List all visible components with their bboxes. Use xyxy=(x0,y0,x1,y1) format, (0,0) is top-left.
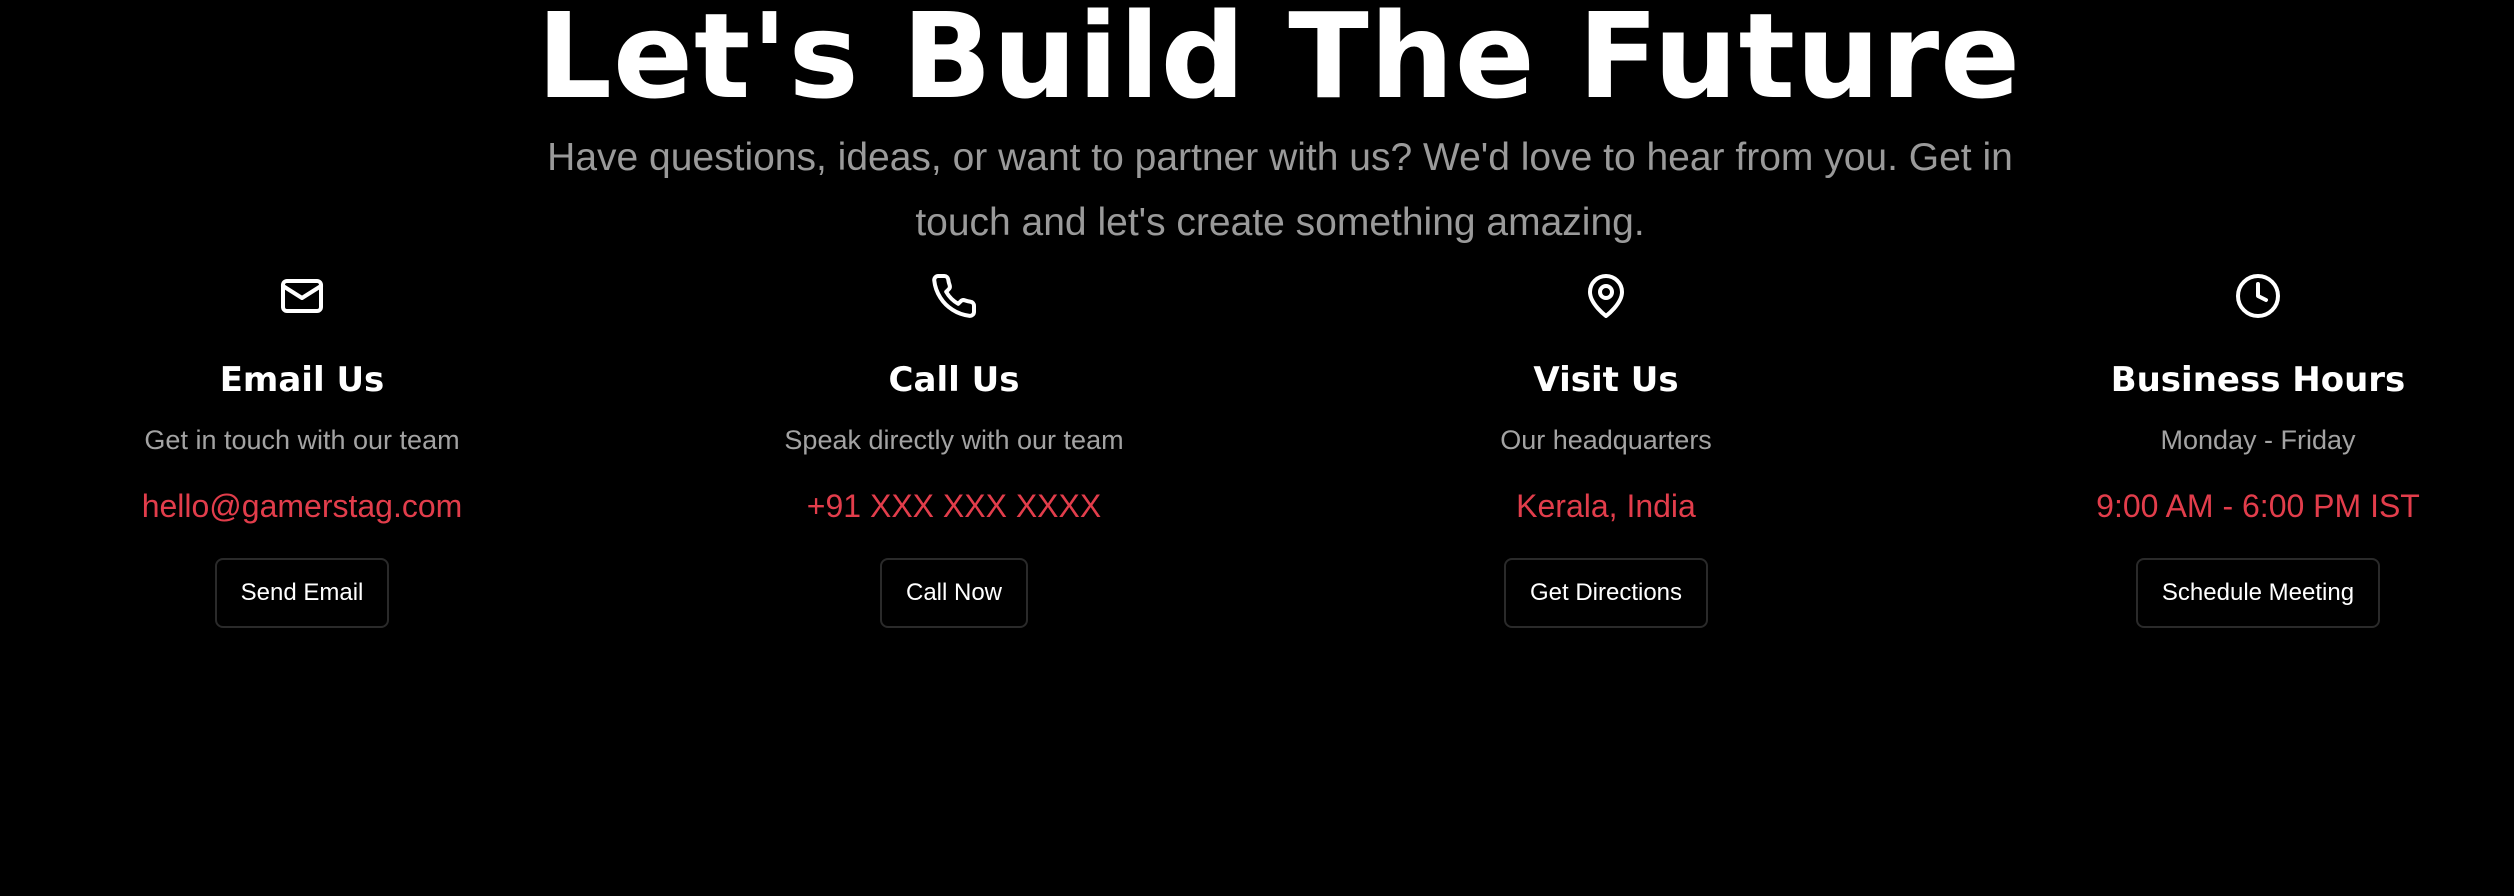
map-pin-icon xyxy=(1580,270,1632,322)
address-link[interactable]: Kerala, India xyxy=(1516,486,1696,526)
get-directions-button[interactable]: Get Directions xyxy=(1503,558,1709,628)
card-description: Speak directly with our team xyxy=(784,425,1124,455)
contact-card-email: Email Us Get in touch with our team hell… xyxy=(42,270,562,628)
card-description: Monday - Friday xyxy=(2160,425,2356,455)
phone-link[interactable]: +91 XXX XXX XXXX xyxy=(807,486,1101,526)
page-title: Let's Build The Future xyxy=(536,0,2022,126)
contact-card-visit: Visit Us Our headquarters Kerala, India … xyxy=(1346,270,1866,628)
card-title: Email Us xyxy=(219,360,385,400)
contact-card-hours: Business Hours Monday - Friday 9:00 AM -… xyxy=(1998,270,2514,628)
card-description: Our headquarters xyxy=(1500,425,1712,455)
card-description: Get in touch with our team xyxy=(144,425,460,455)
contact-card-call: Call Us Speak directly with our team +91… xyxy=(694,270,1214,628)
business-hours-value: 9:00 AM - 6:00 PM IST xyxy=(2096,488,2420,524)
clock-icon xyxy=(2232,270,2284,322)
send-email-button[interactable]: Send Email xyxy=(214,558,390,628)
card-title: Business Hours xyxy=(2110,360,2406,400)
call-now-button[interactable]: Call Now xyxy=(879,558,1029,628)
email-link[interactable]: hello@gamerstag.com xyxy=(142,486,463,526)
phone-icon xyxy=(928,270,980,322)
page-subtitle: Have questions, ideas, or want to partne… xyxy=(547,136,2013,244)
card-title: Call Us xyxy=(888,360,1020,400)
mail-icon xyxy=(276,270,328,322)
card-title: Visit Us xyxy=(1533,360,1679,400)
schedule-meeting-button[interactable]: Schedule Meeting xyxy=(2135,558,2381,628)
